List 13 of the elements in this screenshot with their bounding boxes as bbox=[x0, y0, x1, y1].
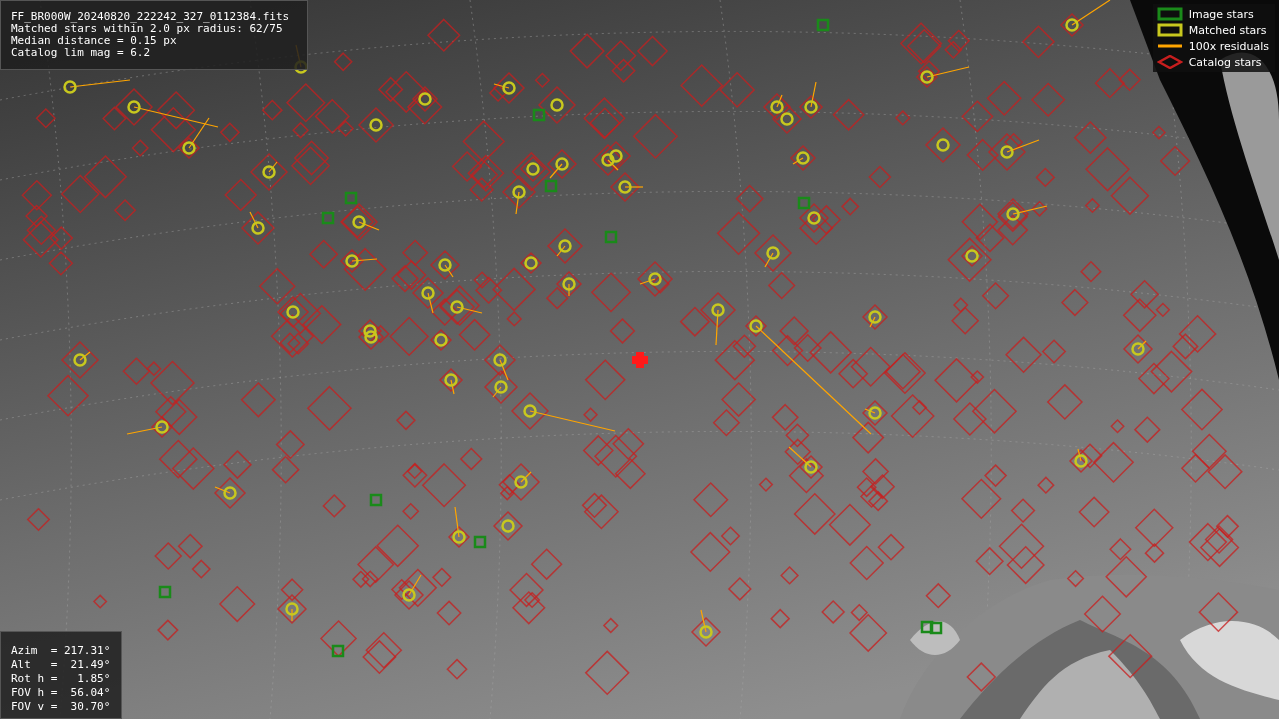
info-text: Matched stars within 2.0 px radius: 62/75 bbox=[11, 23, 283, 35]
legend-label: Matched stars bbox=[1188, 23, 1267, 37]
legend-label: Catalog stars bbox=[1188, 55, 1262, 69]
pointing-text: FOV h = 56.04° bbox=[11, 686, 111, 700]
legend-label: 100x residuals bbox=[1188, 39, 1269, 53]
pointing-text: Azim = 217.31° bbox=[11, 644, 111, 658]
pointing-text: Rot h = 1.85° bbox=[11, 672, 111, 686]
info-text: Median distance = 0.15 px bbox=[11, 35, 178, 47]
info-text: Catalog lim mag = 6.2 bbox=[11, 47, 152, 59]
pointing-text: Alt = 21.49° bbox=[11, 658, 111, 672]
legend-label: Image stars bbox=[1188, 7, 1254, 21]
info-text: FF_BR000W_20240820_222242_327_0112384.fits bbox=[11, 11, 291, 23]
pointing-text: FOV v = 30.70° bbox=[11, 700, 111, 714]
